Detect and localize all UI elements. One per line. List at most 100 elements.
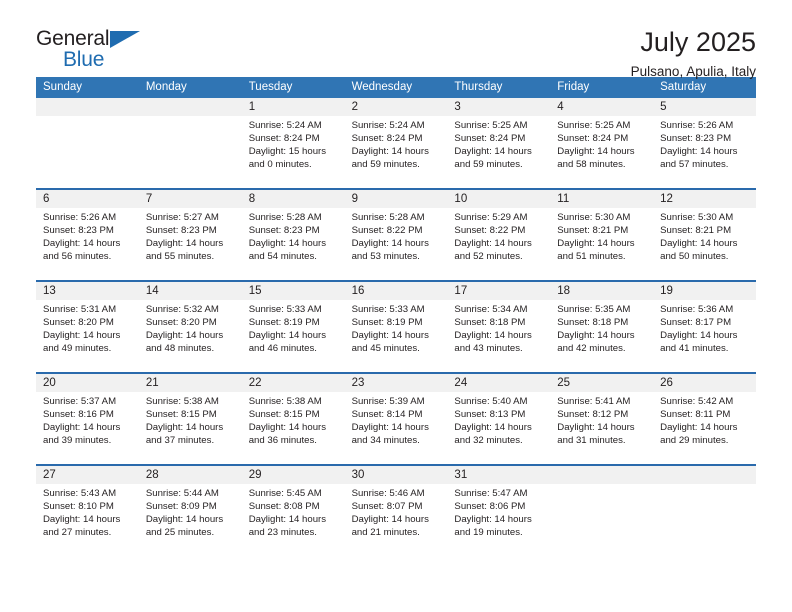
daylight-text-cont: and 36 minutes. bbox=[248, 435, 317, 447]
sunset-text: Sunset: 8:07 PM bbox=[351, 501, 423, 513]
day-number[interactable]: 12 bbox=[653, 190, 756, 208]
sunset-text: Sunset: 8:19 PM bbox=[351, 317, 423, 329]
day-number[interactable]: 5 bbox=[653, 98, 756, 116]
day-cell[interactable]: Sunrise: 5:36 AM Sunset: 8:17 PM Daylight:… bbox=[653, 300, 756, 372]
sunrise-text: Sunrise: 5:36 AM bbox=[660, 304, 734, 315]
day-number[interactable]: 20 bbox=[36, 374, 139, 392]
daylight-text-cont: and 19 minutes. bbox=[454, 527, 523, 539]
day-number[interactable]: 22 bbox=[242, 374, 345, 392]
day-cell[interactable]: Sunrise: 5:25 AM Sunset: 8:24 PM Daylight:… bbox=[550, 116, 653, 188]
day-cell[interactable]: Sunrise: 5:26 AM Sunset: 8:23 PM Daylight:… bbox=[36, 208, 139, 280]
day-cell[interactable]: Sunrise: 5:30 AM Sunset: 8:21 PM Daylight:… bbox=[653, 208, 756, 280]
day-number[interactable]: 13 bbox=[36, 282, 139, 300]
day-cell[interactable]: Sunrise: 5:34 AM Sunset: 8:18 PM Daylight:… bbox=[447, 300, 550, 372]
general-blue-logo[interactable]: General Blue bbox=[36, 28, 148, 74]
day-number[interactable]: 16 bbox=[345, 282, 448, 300]
day-number[interactable]: 2 bbox=[345, 98, 448, 116]
day-cell[interactable]: Sunrise: 5:28 AM Sunset: 8:23 PM Daylight:… bbox=[242, 208, 345, 280]
daylight-text-cont: and 27 minutes. bbox=[43, 527, 112, 539]
day-cell[interactable]: Sunrise: 5:33 AM Sunset: 8:19 PM Daylight:… bbox=[242, 300, 345, 372]
daylight-text: Daylight: 14 hours bbox=[145, 330, 224, 342]
day-number[interactable]: 6 bbox=[36, 190, 139, 208]
daylight-text: Daylight: 14 hours bbox=[351, 330, 429, 342]
daylight-text-cont: and 37 minutes. bbox=[145, 435, 215, 447]
day-number[interactable]: 25 bbox=[550, 374, 653, 392]
day-number[interactable]: 11 bbox=[550, 190, 653, 208]
daylight-text-cont: and 43 minutes. bbox=[454, 343, 523, 355]
sunrise-text: Sunrise: 5:44 AM bbox=[145, 488, 219, 499]
day-cell[interactable]: Sunrise: 5:38 AM Sunset: 8:15 PM Daylight:… bbox=[242, 392, 345, 464]
daylight-text-cont: and 31 minutes. bbox=[557, 435, 626, 447]
day-number[interactable]: 1 bbox=[242, 98, 345, 116]
day-cell[interactable]: Sunrise: 5:27 AM Sunset: 8:23 PM Daylight:… bbox=[139, 208, 242, 280]
daylight-text: Daylight: 14 hours bbox=[351, 146, 429, 158]
day-number[interactable]: 28 bbox=[139, 466, 242, 484]
day-cell[interactable]: Sunrise: 5:25 AM Sunset: 8:24 PM Daylight:… bbox=[447, 116, 550, 188]
daylight-text-cont: and 57 minutes. bbox=[660, 159, 729, 171]
day-number[interactable]: 24 bbox=[447, 374, 550, 392]
day-cell[interactable]: Sunrise: 5:41 AM Sunset: 8:12 PM Daylight:… bbox=[550, 392, 653, 464]
day-number[interactable]: 8 bbox=[242, 190, 345, 208]
day-cell[interactable]: Sunrise: 5:24 AM Sunset: 8:24 PM Daylight:… bbox=[345, 116, 448, 188]
daylight-text: Daylight: 14 hours bbox=[43, 422, 121, 434]
sunset-text: Sunset: 8:23 PM bbox=[660, 133, 732, 145]
daylight-text: Daylight: 15 hours bbox=[248, 146, 327, 158]
sunset-text: Sunset: 8:09 PM bbox=[145, 501, 217, 513]
day-cell[interactable]: Sunrise: 5:24 AM Sunset: 8:24 PM Daylight:… bbox=[242, 116, 345, 188]
day-number[interactable]: 17 bbox=[447, 282, 550, 300]
day-number-empty bbox=[139, 98, 242, 116]
day-cell[interactable]: Sunrise: 5:43 AM Sunset: 8:10 PM Daylight:… bbox=[36, 484, 139, 556]
day-cell[interactable]: Sunrise: 5:44 AM Sunset: 8:09 PM Daylight:… bbox=[139, 484, 242, 556]
day-cell[interactable]: Sunrise: 5:47 AM Sunset: 8:06 PM Daylight:… bbox=[447, 484, 550, 556]
week-row: 20 21 22 23 24 25 26 Sunrise: 5:37 AM Sunset: 8:… bbox=[36, 372, 756, 464]
sunset-text: Sunset: 8:21 PM bbox=[557, 225, 629, 237]
day-cell[interactable]: Sunrise: 5:26 AM Sunset: 8:23 PM Daylight:… bbox=[653, 116, 756, 188]
day-number[interactable]: 10 bbox=[447, 190, 550, 208]
sunrise-text: Sunrise: 5:30 AM bbox=[557, 212, 631, 223]
day-number[interactable]: 9 bbox=[345, 190, 448, 208]
day-cell[interactable]: Sunrise: 5:38 AM Sunset: 8:15 PM Daylight:… bbox=[139, 392, 242, 464]
day-number[interactable]: 31 bbox=[447, 466, 550, 484]
day-number[interactable]: 18 bbox=[550, 282, 653, 300]
day-number[interactable]: 19 bbox=[653, 282, 756, 300]
day-cell[interactable]: Sunrise: 5:28 AM Sunset: 8:22 PM Daylight:… bbox=[345, 208, 448, 280]
day-cell[interactable]: Sunrise: 5:39 AM Sunset: 8:14 PM Daylight:… bbox=[345, 392, 448, 464]
day-cell[interactable]: Sunrise: 5:42 AM Sunset: 8:11 PM Daylight:… bbox=[653, 392, 756, 464]
day-number[interactable]: 30 bbox=[345, 466, 448, 484]
weekday-header-tuesday: Tuesday bbox=[248, 81, 293, 93]
day-cell[interactable]: Sunrise: 5:29 AM Sunset: 8:22 PM Daylight:… bbox=[447, 208, 550, 280]
day-cell[interactable]: Sunrise: 5:46 AM Sunset: 8:07 PM Daylight:… bbox=[345, 484, 448, 556]
day-number[interactable]: 7 bbox=[139, 190, 242, 208]
day-number[interactable]: 3 bbox=[447, 98, 550, 116]
day-cell[interactable]: Sunrise: 5:31 AM Sunset: 8:20 PM Daylight:… bbox=[36, 300, 139, 372]
day-number[interactable]: 4 bbox=[550, 98, 653, 116]
day-number[interactable]: 29 bbox=[242, 466, 345, 484]
day-number[interactable]: 23 bbox=[345, 374, 448, 392]
day-cell[interactable]: Sunrise: 5:45 AM Sunset: 8:08 PM Daylight:… bbox=[242, 484, 345, 556]
sunset-text: Sunset: 8:17 PM bbox=[660, 317, 732, 329]
sunrise-text: Sunrise: 5:38 AM bbox=[145, 396, 219, 407]
day-cell[interactable]: Sunrise: 5:35 AM Sunset: 8:18 PM Daylight:… bbox=[550, 300, 653, 372]
week-row: 1 2 3 4 5 Sunrise: 5:24 AM Sunset: 8:24 PM Dayl… bbox=[36, 98, 756, 188]
day-number[interactable]: 14 bbox=[139, 282, 242, 300]
daylight-text: Daylight: 14 hours bbox=[145, 238, 224, 250]
daylight-text: Daylight: 14 hours bbox=[557, 330, 635, 342]
page-header: General Blue July 2025 Pulsano, Apulia, … bbox=[36, 0, 756, 80]
daylight-text-cont: and 49 minutes. bbox=[43, 343, 112, 355]
sunset-text: Sunset: 8:20 PM bbox=[43, 317, 114, 329]
day-cell[interactable]: Sunrise: 5:32 AM Sunset: 8:20 PM Daylight:… bbox=[139, 300, 242, 372]
day-detail-band: Sunrise: 5:24 AM Sunset: 8:24 PM Daylight:… bbox=[36, 116, 756, 188]
daylight-text: Daylight: 14 hours bbox=[660, 422, 738, 434]
daylight-text: Daylight: 14 hours bbox=[351, 238, 429, 250]
day-number[interactable]: 26 bbox=[653, 374, 756, 392]
day-number[interactable]: 27 bbox=[36, 466, 139, 484]
day-cell[interactable]: Sunrise: 5:37 AM Sunset: 8:16 PM Daylight:… bbox=[36, 392, 139, 464]
day-cell[interactable]: Sunrise: 5:30 AM Sunset: 8:21 PM Daylight:… bbox=[550, 208, 653, 280]
day-cell[interactable]: Sunrise: 5:33 AM Sunset: 8:19 PM Daylight:… bbox=[345, 300, 448, 372]
day-number[interactable]: 21 bbox=[139, 374, 242, 392]
day-number[interactable]: 15 bbox=[242, 282, 345, 300]
sunset-text: Sunset: 8:13 PM bbox=[454, 409, 526, 421]
day-cell[interactable]: Sunrise: 5:40 AM Sunset: 8:13 PM Daylight:… bbox=[447, 392, 550, 464]
sunrise-text: Sunrise: 5:31 AM bbox=[43, 304, 117, 315]
day-number-band: 6 7 8 9 10 11 12 bbox=[36, 190, 756, 208]
